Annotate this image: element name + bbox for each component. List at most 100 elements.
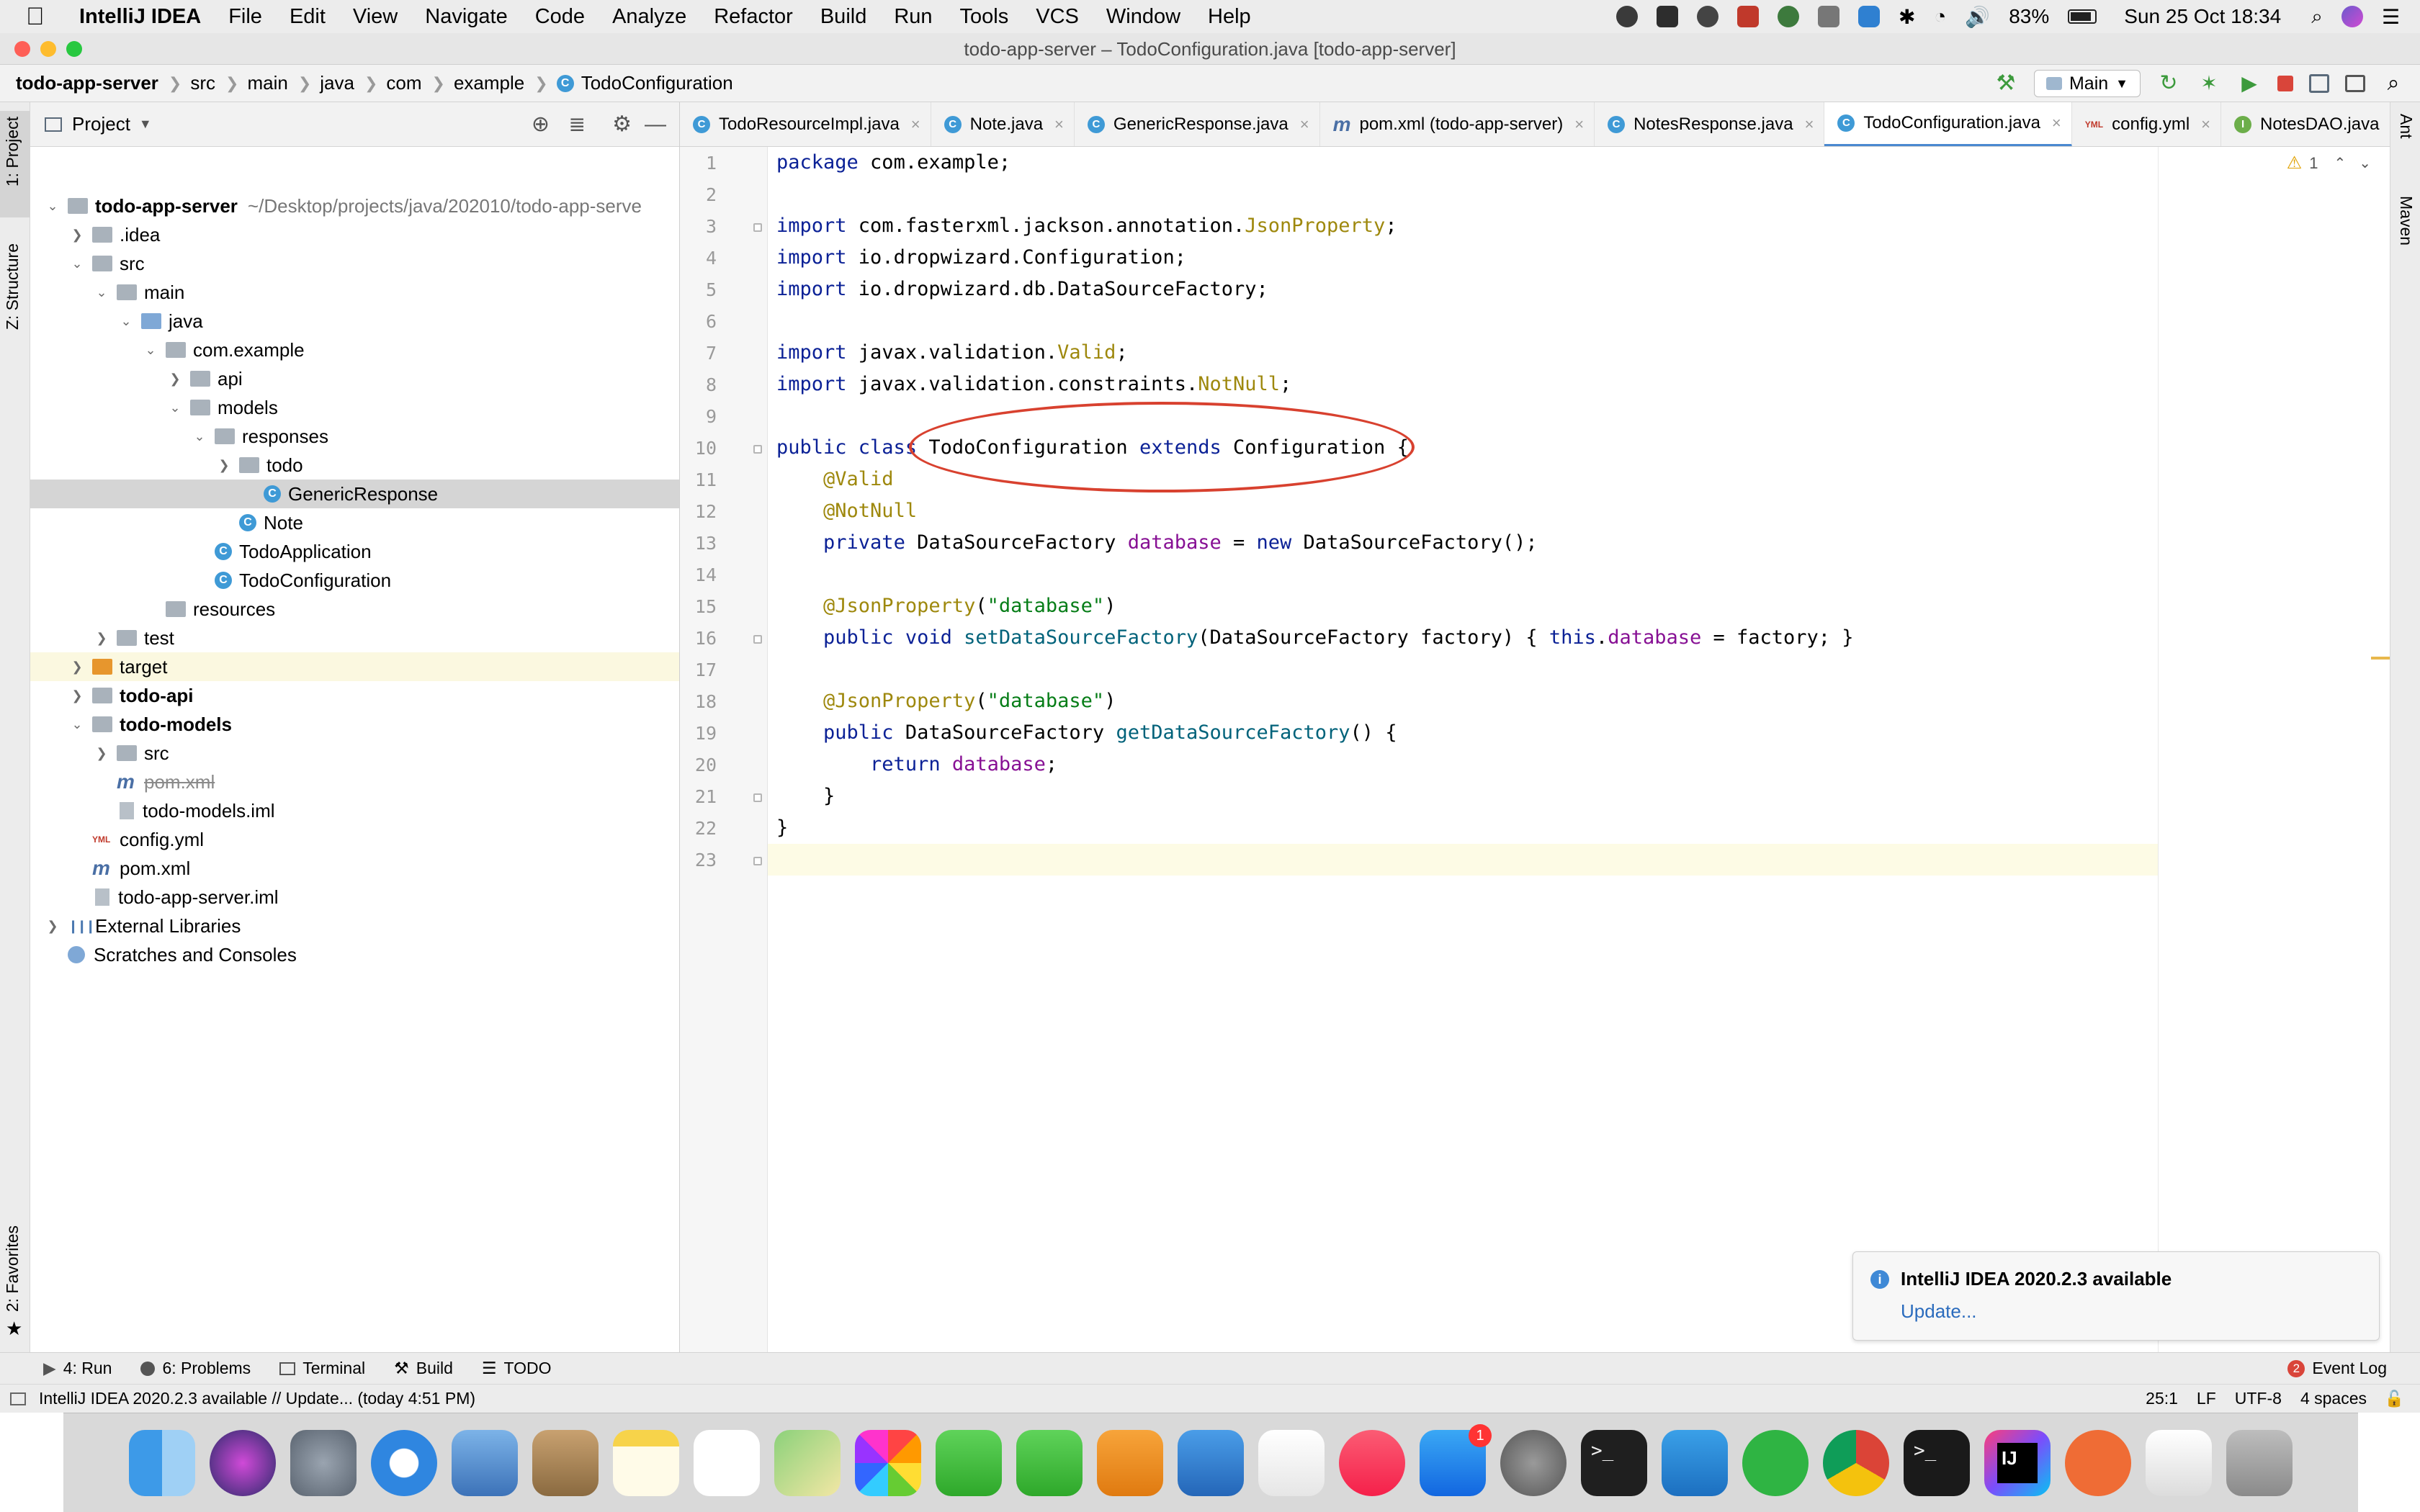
breadcrumb-java[interactable]: java xyxy=(320,72,354,94)
chevron-down-icon[interactable]: ⌄ xyxy=(118,314,134,329)
code-editor[interactable]: ⚠ 1 ⌃ ⌄ package com.example; import com.f… xyxy=(768,147,2390,1352)
problems-tool-button[interactable]: 6: Problems xyxy=(140,1359,251,1378)
event-log-button[interactable]: 2 Event Log xyxy=(2287,1359,2387,1378)
tree-item[interactable]: ⌄ todo-models xyxy=(30,710,679,739)
chevron-right-icon[interactable]: ❯ xyxy=(45,919,60,934)
photos-icon[interactable] xyxy=(855,1429,921,1496)
menu-file[interactable]: File xyxy=(228,5,262,29)
chevron-down-icon[interactable]: ⌄ xyxy=(69,717,85,732)
rerun-icon[interactable]: ↻ xyxy=(2156,71,2181,96)
tree-item[interactable]: Scratches and Consoles xyxy=(30,940,679,969)
maven-tool-button[interactable]: Maven xyxy=(2396,196,2416,246)
run-tool-button[interactable]: ▶ 4: Run xyxy=(43,1359,112,1378)
inspection-widget[interactable]: ⚠ 1 ⌃ ⌄ xyxy=(2287,153,2371,174)
chevron-down-icon[interactable]: ⌄ xyxy=(143,343,158,358)
chevron-right-icon[interactable]: ❯ xyxy=(94,746,109,761)
editor-tab[interactable]: C Note.java × xyxy=(931,102,1075,146)
breadcrumb-com[interactable]: com xyxy=(386,72,421,94)
editor-tab[interactable]: C GenericResponse.java × xyxy=(1075,102,1320,146)
menu-tools[interactable]: Tools xyxy=(960,5,1009,29)
tree-item[interactable]: resources xyxy=(30,595,679,624)
tree-item[interactable]: ❯ test xyxy=(30,624,679,652)
finder-icon[interactable] xyxy=(129,1429,195,1496)
tree-item[interactable]: C Note xyxy=(30,508,679,537)
safari-icon[interactable] xyxy=(371,1429,437,1496)
menu-edit[interactable]: Edit xyxy=(290,5,326,29)
clock[interactable]: Sun 25 Oct 18:34 xyxy=(2124,5,2281,28)
scrollbar-warning-marker[interactable] xyxy=(2371,657,2390,660)
structure-tool-button[interactable]: Z: Structure xyxy=(3,243,22,330)
menu-help[interactable]: Help xyxy=(1208,5,1251,29)
docker-icon[interactable] xyxy=(1656,6,1678,27)
tree-item[interactable]: m pom.xml xyxy=(30,768,679,796)
tree-item[interactable]: ❯ todo-api xyxy=(30,681,679,710)
keynote-icon[interactable] xyxy=(1178,1429,1244,1496)
notes-icon[interactable] xyxy=(613,1429,679,1496)
tree-item[interactable]: ⌄ com.example xyxy=(30,336,679,364)
battery-icon[interactable] xyxy=(2068,9,2097,24)
hide-panel-icon[interactable]: — xyxy=(645,112,666,137)
menu-build[interactable]: Build xyxy=(820,5,867,29)
tree-item[interactable]: todo-models.iml xyxy=(30,796,679,825)
tree-item[interactable]: ⌄ src xyxy=(30,249,679,278)
wifi-icon[interactable]: ◔ xyxy=(1934,5,1946,28)
notification-center-icon[interactable]: ☰ xyxy=(2382,5,2400,29)
update-link[interactable]: Update... xyxy=(1901,1300,2362,1323)
tree-item[interactable]: ⌄ models xyxy=(30,393,679,422)
close-icon[interactable]: × xyxy=(911,115,920,134)
close-icon[interactable]: × xyxy=(1574,115,1584,134)
close-icon[interactable]: × xyxy=(1805,115,1814,134)
app-store-icon[interactable]: 1 xyxy=(1420,1423,1492,1496)
menu-navigate[interactable]: Navigate xyxy=(425,5,507,29)
search-everywhere-icon[interactable]: ⌕ xyxy=(2381,71,2406,96)
system-preferences-icon[interactable] xyxy=(1500,1429,1567,1496)
terminal-window-icon[interactable] xyxy=(2345,75,2365,92)
todo-tool-button[interactable]: ☰ TODO xyxy=(482,1359,552,1378)
chevron-right-icon[interactable]: ❯ xyxy=(94,631,109,646)
fold-marker-icon[interactable] xyxy=(753,857,762,865)
run-config-selector[interactable]: Main ▼ xyxy=(2033,70,2141,97)
numbers-icon[interactable] xyxy=(1258,1429,1325,1496)
siri-icon[interactable] xyxy=(210,1429,276,1496)
contacts-icon[interactable] xyxy=(532,1429,599,1496)
chevron-right-icon[interactable]: ❯ xyxy=(69,660,85,675)
reminders-icon[interactable] xyxy=(694,1429,760,1496)
menu-window[interactable]: Window xyxy=(1106,5,1180,29)
postman-icon[interactable] xyxy=(2065,1429,2131,1496)
build-tool-button[interactable]: ⚒ Build xyxy=(394,1359,453,1378)
tree-item[interactable]: YML config.yml xyxy=(30,825,679,854)
evernote-menu-icon[interactable] xyxy=(1696,6,1718,27)
tree-item[interactable]: ⌄ todo-app-server ~/Desktop/projects/java/… xyxy=(30,192,679,220)
stop-icon[interactable] xyxy=(2277,76,2293,91)
collapse-all-icon[interactable]: ≣ xyxy=(569,112,586,136)
chevron-down-icon[interactable]: ⌄ xyxy=(2359,154,2371,172)
chevron-down-icon[interactable]: ⌄ xyxy=(192,429,207,444)
status-message[interactable]: IntelliJ IDEA 2020.2.3 available // Upda… xyxy=(39,1389,475,1408)
fold-marker-icon[interactable] xyxy=(753,445,762,454)
editor-tab[interactable]: YML config.yml × xyxy=(2072,102,2222,146)
terminal-tool-button[interactable]: Terminal xyxy=(279,1359,365,1378)
editor-tab[interactable]: m pom.xml (todo-app-server) × xyxy=(1320,102,1595,146)
control-center-icon[interactable] xyxy=(2341,6,2363,27)
gear-icon[interactable]: ⚙ xyxy=(612,112,632,137)
minimize-window-button[interactable] xyxy=(40,41,56,57)
menu-run[interactable]: Run xyxy=(894,5,932,29)
chevron-down-icon[interactable]: ⌄ xyxy=(45,199,60,214)
dollar-icon[interactable] xyxy=(1777,6,1799,27)
evernote-icon[interactable] xyxy=(1742,1429,1809,1496)
terminal-icon[interactable]: >_ xyxy=(1581,1429,1647,1496)
documents-icon[interactable] xyxy=(2146,1429,2212,1496)
file-encoding[interactable]: UTF-8 xyxy=(2235,1389,2282,1408)
pages-icon[interactable] xyxy=(1097,1429,1163,1496)
close-icon[interactable]: × xyxy=(2201,115,2210,134)
menu-view[interactable]: View xyxy=(353,5,398,29)
vscode-icon[interactable] xyxy=(1662,1429,1728,1496)
chevron-right-icon[interactable]: ❯ xyxy=(216,458,232,473)
chevron-right-icon[interactable]: ❯ xyxy=(69,688,85,703)
fold-marker-icon[interactable] xyxy=(753,223,762,232)
tool-windows-toggle-icon[interactable] xyxy=(10,1392,26,1405)
network-tool-icon[interactable] xyxy=(1817,6,1839,27)
messages-icon[interactable] xyxy=(936,1429,1002,1496)
favorites-tool-button[interactable]: 2: Favorites xyxy=(3,1225,22,1312)
volume-icon[interactable]: 🔊 xyxy=(1965,5,1990,29)
